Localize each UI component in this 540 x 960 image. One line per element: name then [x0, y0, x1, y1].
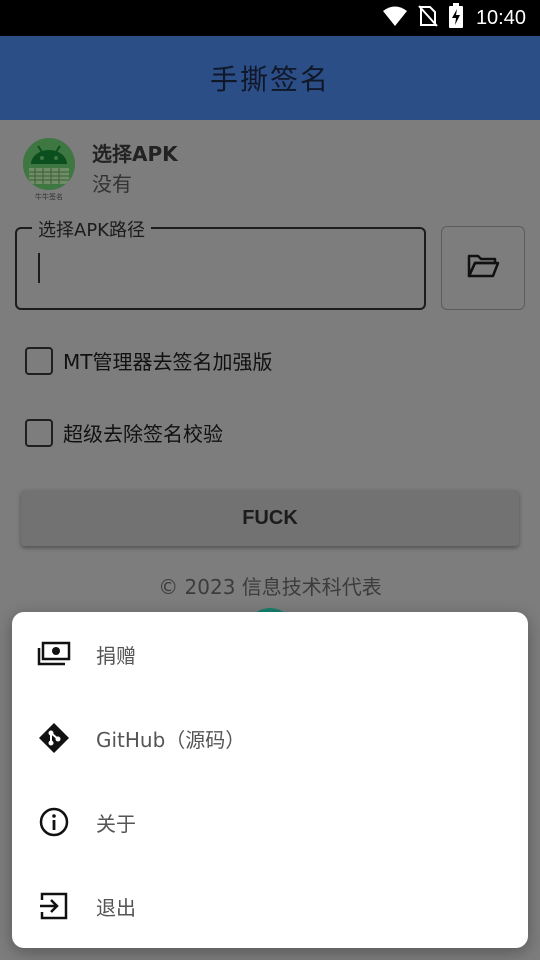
app-title: 手撕签名	[209, 63, 330, 96]
overflow-menu: 捐赠 GitHub（源码） 关于 退出	[12, 612, 528, 948]
menu-label-about: 关于	[96, 811, 136, 836]
status-icons: 10:40	[382, 3, 526, 33]
super-remove-checkbox[interactable]	[25, 418, 53, 447]
browse-folder-button[interactable]	[441, 226, 525, 310]
menu-item-about[interactable]: 关于	[12, 780, 528, 864]
menu-label-github: GitHub（源码）	[96, 727, 246, 752]
super-remove-label: 超级去除签名校验	[63, 422, 223, 446]
wifi-icon	[382, 5, 408, 31]
menu-item-github[interactable]: GitHub（源码）	[12, 696, 528, 780]
option-super-remove[interactable]: 超级去除签名校验	[25, 418, 223, 447]
fuck-button[interactable]: FUCK	[21, 490, 519, 546]
apk-path-label: 选择APK路径	[32, 216, 151, 242]
mt-enhanced-checkbox[interactable]	[25, 346, 53, 375]
text-caret	[38, 253, 40, 283]
select-apk-title[interactable]: 选择APK	[92, 138, 178, 167]
app-icon-caption: 牛牛签名	[35, 193, 63, 201]
menu-item-donate[interactable]: 捐赠	[12, 612, 528, 696]
git-icon	[36, 720, 72, 756]
menu-item-exit[interactable]: 退出	[12, 864, 528, 948]
menu-label-exit: 退出	[96, 895, 136, 920]
selected-apk-value: 没有	[92, 172, 132, 196]
info-icon	[36, 804, 72, 840]
option-mt-enhanced[interactable]: MT管理器去签名加强版	[25, 346, 272, 375]
exit-icon	[36, 888, 72, 924]
copyright-text: © 2023 信息技术科代表	[158, 575, 382, 599]
menu-label-donate: 捐赠	[96, 643, 136, 668]
status-bar: 10:40	[0, 0, 540, 36]
status-time: 10:40	[475, 6, 526, 29]
app-bar: 手撕签名	[0, 36, 540, 120]
mt-enhanced-label: MT管理器去签名加强版	[63, 350, 273, 374]
folder-open-icon	[466, 252, 500, 284]
android-app-icon[interactable]	[23, 138, 75, 190]
battery-charging-icon	[448, 3, 464, 33]
cash-icon	[36, 636, 72, 672]
no-sim-icon	[418, 4, 438, 32]
